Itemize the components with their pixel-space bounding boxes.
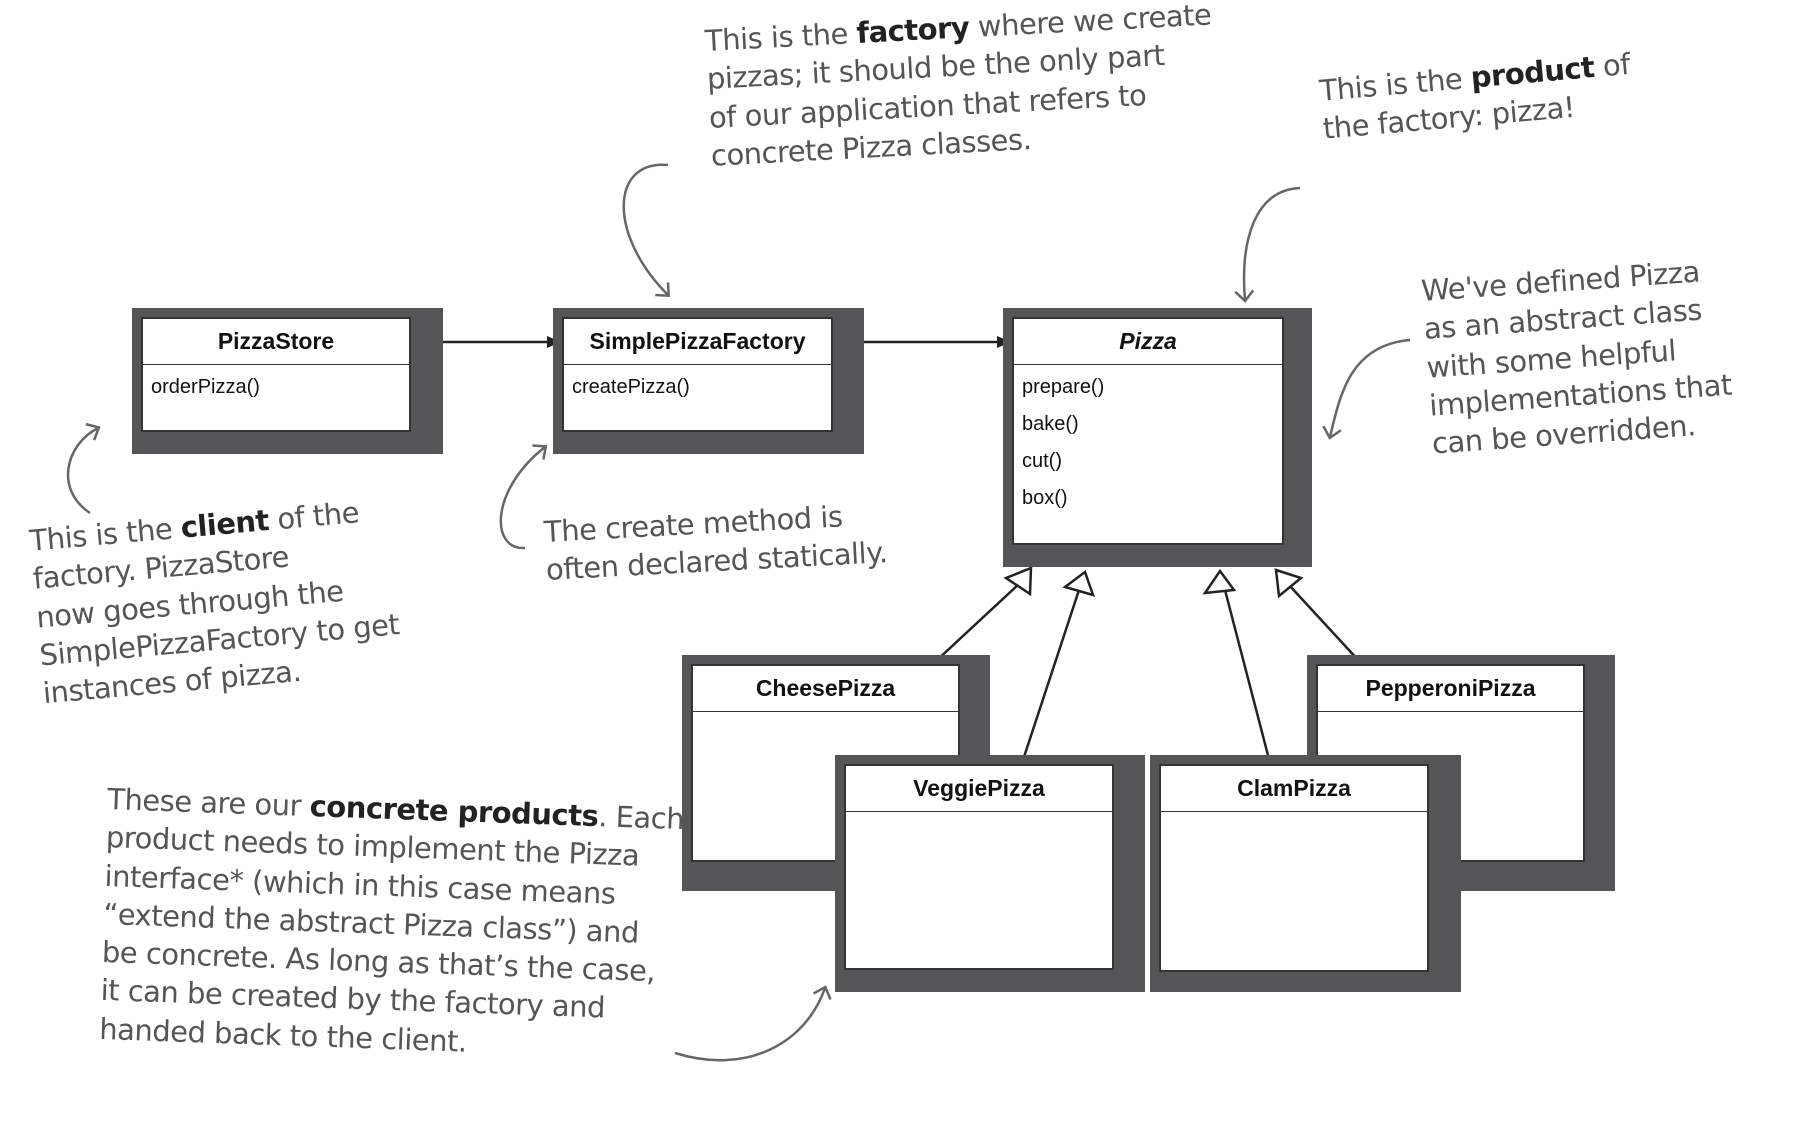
diagram-canvas: PizzaStore orderPizza() SimplePizzaFacto… bbox=[0, 0, 1814, 1148]
note-factory: This is the factory where we create pizz… bbox=[704, 0, 1213, 173]
class-name: ClamPizza bbox=[1161, 766, 1427, 812]
class-name: PepperoniPizza bbox=[1318, 666, 1583, 712]
note-arrow-abstract bbox=[1322, 338, 1411, 440]
class-pizza: Pizza prepare() bake() cut() box() bbox=[1003, 308, 1312, 567]
inheritance-pepperoni bbox=[1274, 568, 1361, 663]
class-pizzastore: PizzaStore orderPizza() bbox=[132, 308, 443, 454]
inheritance-cheese bbox=[934, 566, 1033, 663]
class-name: PizzaStore bbox=[143, 319, 409, 365]
note-abstract: We've defined Pizza as an abstract class… bbox=[1420, 254, 1733, 461]
method-bake: bake() bbox=[1022, 413, 1079, 435]
inheritance-veggie bbox=[1021, 569, 1095, 761]
method-createpizza: createPizza() bbox=[572, 376, 690, 398]
class-name: SimplePizzaFactory bbox=[564, 319, 831, 365]
method-cut: cut() bbox=[1022, 450, 1062, 472]
method-prepare: prepare() bbox=[1022, 376, 1105, 398]
class-name: CheesePizza bbox=[693, 666, 958, 712]
note-concrete: These are our concrete products. Each pr… bbox=[98, 781, 685, 1059]
class-simplepizzafactory: SimplePizzaFactory createPizza() bbox=[553, 308, 864, 454]
note-client: This is the client of the factory. Pizza… bbox=[28, 495, 401, 711]
note-arrow-client bbox=[66, 422, 101, 515]
note-arrow-factory bbox=[622, 163, 671, 298]
method-orderpizza: orderPizza() bbox=[151, 376, 260, 398]
inheritance-clam bbox=[1202, 568, 1272, 764]
class-name: Pizza bbox=[1014, 319, 1282, 365]
note-arrow-product bbox=[1234, 186, 1301, 303]
method-box: box() bbox=[1022, 487, 1068, 509]
note-arrow-concrete bbox=[674, 985, 832, 1062]
note-arrow-create bbox=[499, 444, 548, 550]
class-name: VeggiePizza bbox=[846, 766, 1112, 812]
class-clampizza: ClamPizza bbox=[1150, 755, 1461, 992]
class-veggiepizza: VeggiePizza bbox=[835, 755, 1145, 992]
